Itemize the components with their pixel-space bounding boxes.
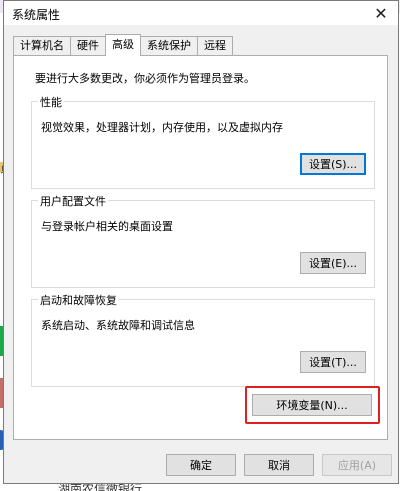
- tab-hardware[interactable]: 硬件: [70, 36, 106, 56]
- user-profile-group: 用户配置文件 与登录帐户相关的桌面设置 设置(E)...: [31, 193, 375, 288]
- cancel-button[interactable]: 取消: [244, 454, 314, 476]
- tab-advanced[interactable]: 高级: [105, 34, 141, 56]
- group-description: 与登录帐户相关的桌面设置: [41, 220, 173, 233]
- tab-remote[interactable]: 远程: [197, 36, 233, 56]
- tab-strip: 计算机名 硬件 高级 系统保护 远程: [13, 34, 233, 56]
- window-title: 系统属性: [12, 8, 61, 22]
- tab-system-protection[interactable]: 系统保护: [140, 36, 198, 56]
- group-description: 系统启动、系统故障和调试信息: [41, 319, 195, 332]
- environment-variables-button[interactable]: 环境变量(N)...: [252, 394, 372, 416]
- close-button[interactable]: ✕: [364, 1, 398, 25]
- apply-button[interactable]: 应用(A): [322, 454, 392, 476]
- performance-group: 性能 视觉效果，处理器计划，内存使用，以及虚拟内存 设置(S)...: [31, 94, 375, 189]
- startup-recovery-settings-button[interactable]: 设置(T)...: [300, 351, 366, 373]
- admin-notice: 要进行大多数更改，你必须作为管理员登录。: [35, 72, 255, 85]
- group-description: 视觉效果，处理器计划，内存使用，以及虚拟内存: [41, 121, 283, 134]
- group-title: 用户配置文件: [38, 193, 108, 209]
- group-title: 启动和故障恢复: [38, 292, 119, 308]
- title-bar: 系统属性 ✕: [4, 1, 398, 25]
- system-properties-dialog: 系统属性 ✕ 计算机名 硬件 高级 系统保护 远程 要进行大多数更改，你必须作为…: [3, 0, 399, 484]
- performance-settings-button[interactable]: 设置(S)...: [300, 153, 366, 175]
- tab-computer-name[interactable]: 计算机名: [13, 36, 71, 56]
- user-profile-settings-button[interactable]: 设置(E)...: [300, 252, 366, 274]
- close-icon: ✕: [374, 3, 388, 23]
- advanced-tab-page: 要进行大多数更改，你必须作为管理员登录。 性能 视觉效果，处理器计划，内存使用，…: [13, 55, 388, 440]
- ok-button[interactable]: 确定: [166, 454, 236, 476]
- group-title: 性能: [38, 94, 64, 110]
- startup-recovery-group: 启动和故障恢复 系统启动、系统故障和调试信息 设置(T)...: [31, 292, 375, 387]
